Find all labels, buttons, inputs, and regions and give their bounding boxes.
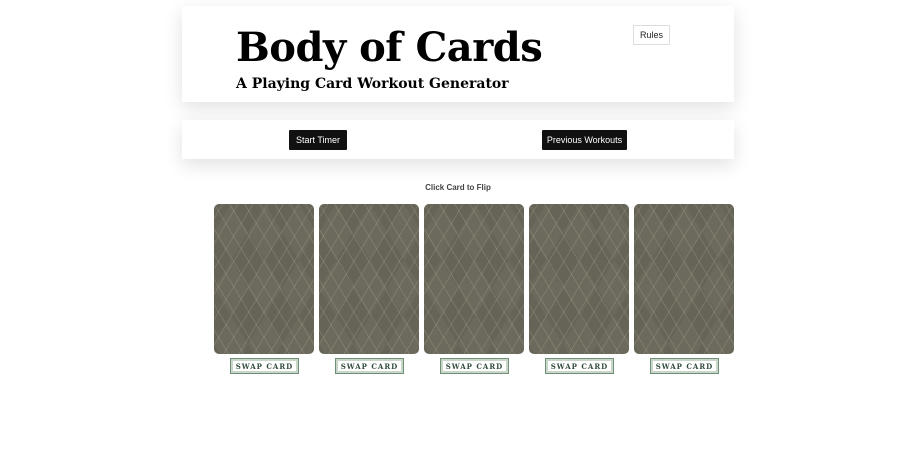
card-back-4[interactable] (529, 204, 629, 354)
header-panel: Body of Cards A Playing Card Workout Gen… (182, 6, 734, 102)
swap-card-button-2[interactable]: SWAP CARD (335, 358, 404, 374)
swap-card-button-5[interactable]: SWAP CARD (650, 358, 719, 374)
card-back-5[interactable] (634, 204, 734, 354)
previous-workouts-button[interactable]: Previous Workouts (542, 130, 627, 150)
swap-card-button-1[interactable]: SWAP CARD (230, 358, 299, 374)
controls-panel: Start Timer Previous Workouts (182, 120, 734, 159)
rules-button[interactable]: Rules (633, 25, 670, 45)
start-timer-button[interactable]: Start Timer (289, 130, 347, 150)
flip-instruction: Click Card to Flip (425, 183, 491, 192)
page-title: Body of Cards (236, 24, 543, 71)
page-subtitle: A Playing Card Workout Generator (236, 76, 509, 92)
swap-card-button-3[interactable]: SWAP CARD (440, 358, 509, 374)
swap-card-button-4[interactable]: SWAP CARD (545, 358, 614, 374)
card-back-2[interactable] (319, 204, 419, 354)
card-back-3[interactable] (424, 204, 524, 354)
card-back-1[interactable] (214, 204, 314, 354)
